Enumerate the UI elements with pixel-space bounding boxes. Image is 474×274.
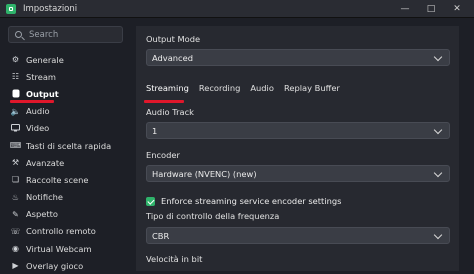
app-icon xyxy=(6,3,16,14)
rate-control-select[interactable]: CBR xyxy=(146,227,450,244)
sidebar-item-stream[interactable]: ☷ Stream xyxy=(0,68,131,85)
sidebar-item-label: Stream xyxy=(26,71,57,82)
webcam-icon: ◉ xyxy=(12,244,19,254)
window-title: Impostazioni xyxy=(23,3,78,14)
sidebar-item-label: Video xyxy=(26,123,50,134)
sidebar-item-label: Output xyxy=(26,88,59,99)
remote-icon: ☏ xyxy=(10,226,21,236)
monitor-icon xyxy=(11,124,20,133)
close-button[interactable]: ✕ xyxy=(444,0,470,17)
audio-track-select[interactable]: 1 xyxy=(146,122,450,139)
sidebar-item-label: Aspetto xyxy=(26,209,58,220)
output-mode-select[interactable]: Advanced xyxy=(146,49,450,66)
chevron-down-icon xyxy=(433,52,443,62)
audio-track-label: Audio Track xyxy=(146,107,194,117)
sidebar-item-overlay-gioco[interactable]: ▶ Overlay gioco xyxy=(0,257,131,274)
sidebar: Search ⚙ Generale ☷ Stream Output 🔈 Audi… xyxy=(0,18,131,271)
sidebar-item-avanzate[interactable]: ⚒ Avanzate xyxy=(0,154,131,171)
right-edge xyxy=(459,26,474,271)
gear-icon: ⚙ xyxy=(11,55,20,65)
sidebar-item-hotkeys[interactable]: ⌨ Tasti di scelta rapida xyxy=(0,137,131,154)
sidebar-item-generale[interactable]: ⚙ Generale xyxy=(0,51,131,68)
sidebar-item-label: Raccolte scene xyxy=(26,174,89,185)
rate-control-value: CBR xyxy=(152,230,170,241)
sidebar-item-virtual-webcam[interactable]: ◉ Virtual Webcam xyxy=(0,240,131,257)
globe-icon: ☷ xyxy=(11,72,20,82)
encoder-value: Hardware (NVENC) (new) xyxy=(152,168,257,179)
sidebar-item-notifiche[interactable]: ♨ Notifiche xyxy=(0,189,131,206)
sidebar-item-label: Audio xyxy=(26,106,50,117)
enforce-encoder-checkbox[interactable] xyxy=(146,196,155,206)
sidebar-item-label: Avanzate xyxy=(26,157,65,168)
minimize-button[interactable]: — xyxy=(392,0,418,17)
tab-audio[interactable]: Audio xyxy=(250,83,274,93)
tab-replay-buffer[interactable]: Replay Buffer xyxy=(284,83,340,93)
speaker-icon: 🔈 xyxy=(10,106,21,116)
sidebar-item-label: Notifiche xyxy=(26,192,63,203)
output-mode-label: Output Mode xyxy=(146,34,201,44)
keyboard-icon: ⌨ xyxy=(9,141,22,151)
chevron-down-icon xyxy=(433,168,443,178)
sidebar-item-controllo-remoto[interactable]: ☏ Controllo remoto xyxy=(0,223,131,240)
encoder-label: Encoder xyxy=(146,150,180,160)
sidebar-item-aspetto[interactable]: ✎ Aspetto xyxy=(0,206,131,223)
maximize-button[interactable]: □ xyxy=(418,0,444,17)
collection-icon: ❏ xyxy=(11,175,20,185)
title-bar: Impostazioni — □ ✕ xyxy=(0,0,474,18)
output-tabs: Streaming Recording Audio Replay Buffer xyxy=(146,83,350,93)
search-input[interactable]: Search xyxy=(8,26,123,43)
sidebar-item-label: Overlay gioco xyxy=(26,260,84,271)
search-placeholder: Search xyxy=(29,29,59,40)
encoder-select[interactable]: Hardware (NVENC) (new) xyxy=(146,165,450,182)
sidebar-item-output[interactable]: Output xyxy=(0,85,131,103)
active-tab-underline xyxy=(144,100,184,103)
tab-recording[interactable]: Recording xyxy=(199,83,241,93)
brush-icon: ✎ xyxy=(12,209,19,219)
audio-track-value: 1 xyxy=(152,125,158,136)
sidebar-item-label: Generale xyxy=(26,54,64,65)
game-icon: ▶ xyxy=(12,261,19,271)
tab-streaming[interactable]: Streaming xyxy=(146,83,189,93)
rate-control-label: Tipo di controllo della frequenza xyxy=(146,211,280,221)
enforce-encoder-label: Enforce streaming service encoder settin… xyxy=(161,196,342,206)
sidebar-item-raccolte-scene[interactable]: ❏ Raccolte scene xyxy=(0,171,131,188)
enforce-encoder-settings-row[interactable]: Enforce streaming service encoder settin… xyxy=(146,196,341,206)
chevron-down-icon xyxy=(433,125,443,135)
wrench-icon: ⚒ xyxy=(11,158,20,168)
sidebar-item-label: Virtual Webcam xyxy=(26,243,92,254)
bitrate-label: Velocità in bit xyxy=(146,254,203,264)
output-settings-panel: Output Mode Advanced Streaming Recording… xyxy=(136,26,459,271)
sidebar-item-video[interactable]: Video xyxy=(0,120,131,137)
window-controls: — □ ✕ xyxy=(392,0,470,17)
sidebar-item-label: Controllo remoto xyxy=(26,226,96,237)
search-icon xyxy=(15,31,22,38)
sidebar-item-audio[interactable]: 🔈 Audio xyxy=(0,103,131,120)
output-icon xyxy=(11,89,20,98)
settings-nav: ⚙ Generale ☷ Stream Output 🔈 Audio Video… xyxy=(0,51,131,274)
sidebar-item-label: Tasti di scelta rapida xyxy=(26,140,112,151)
chevron-down-icon xyxy=(433,230,443,240)
output-mode-value: Advanced xyxy=(152,52,193,63)
bell-icon: ♨ xyxy=(11,192,20,202)
